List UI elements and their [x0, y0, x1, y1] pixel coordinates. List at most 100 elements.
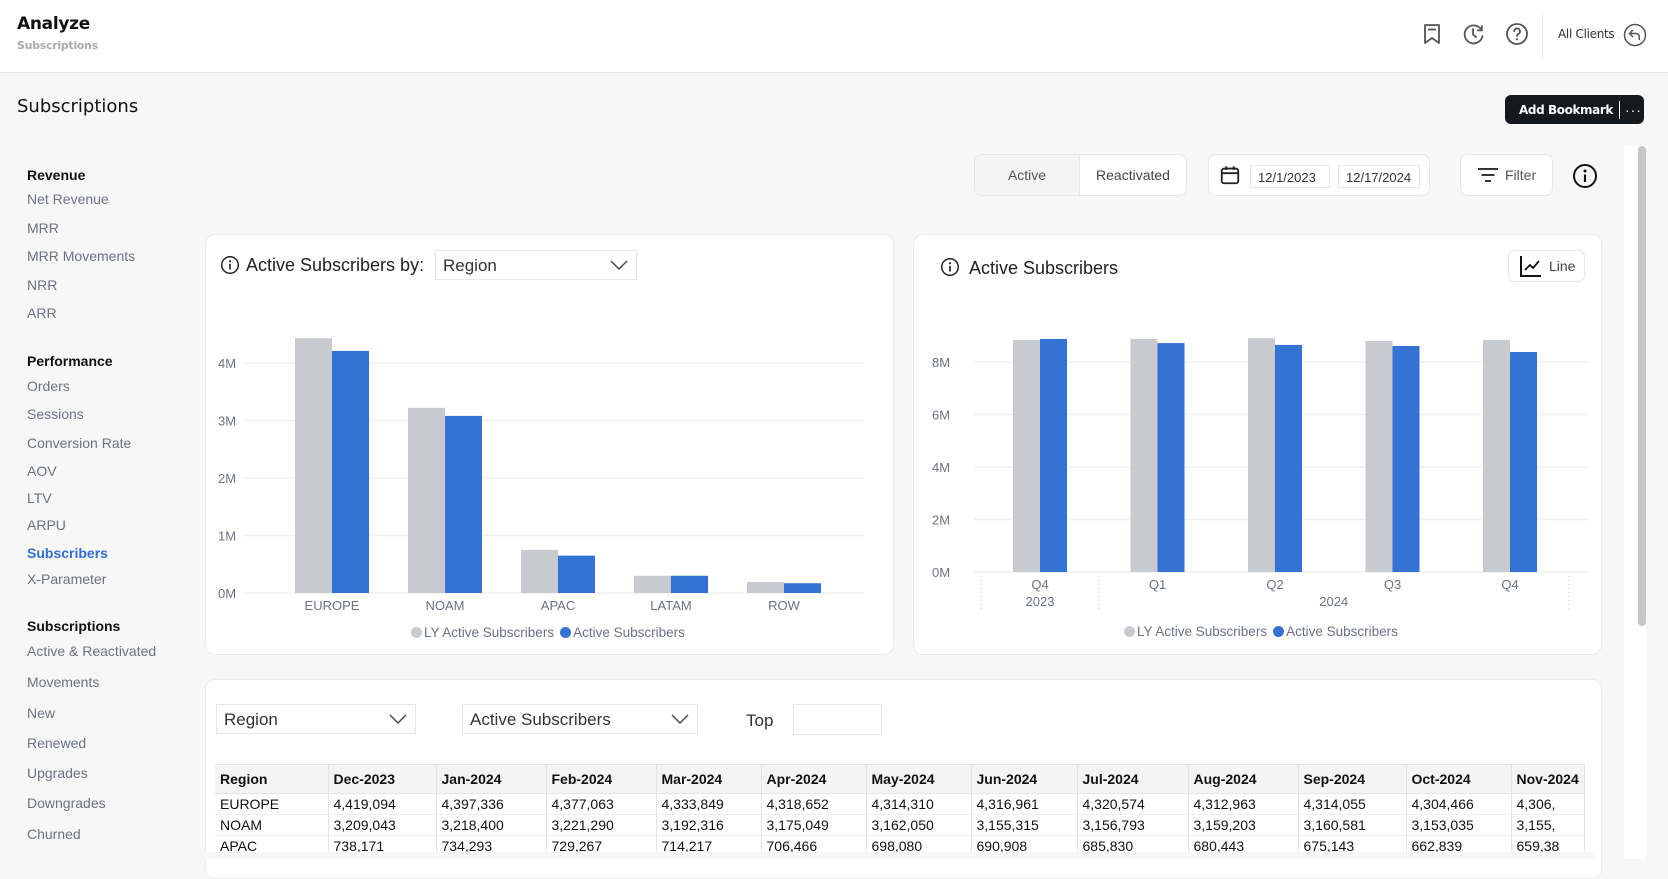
legend-dot-active	[1273, 626, 1285, 637]
bar-ly-q4[interactable]	[1483, 339, 1510, 572]
bar-active-latam[interactable]	[671, 575, 708, 593]
sidebar-item-mrr-movements[interactable]: MRR Movements	[27, 248, 135, 264]
sidebar-item-movements[interactable]: Movements	[27, 674, 99, 690]
bar-active-europe[interactable]	[332, 350, 369, 593]
legend-ly[interactable]: LY Active Subscribers	[411, 625, 554, 640]
bar-ly-noam[interactable]	[408, 407, 445, 593]
column-header[interactable]: Apr-2024	[760, 764, 867, 794]
scrollbar-thumb[interactable]	[1638, 146, 1646, 626]
bar-ly-apac[interactable]	[521, 549, 558, 593]
bar-ly-q3[interactable]	[1365, 341, 1393, 572]
table-metric-dropdown[interactable]: Active Subscribers	[462, 704, 698, 734]
x-tick-label: NOAM	[426, 598, 465, 613]
chart-title: Active Subscribers	[969, 258, 1119, 278]
segment-active[interactable]: Active	[975, 155, 1080, 195]
region-bar-chart: 0M 1M 2M 3M 4M EUROPE NOAM APAC LATAM ROW	[218, 338, 864, 613]
bar-active-q4[interactable]	[1510, 352, 1537, 572]
column-header[interactable]: Oct-2024	[1405, 764, 1512, 794]
top-n-input[interactable]	[793, 704, 882, 735]
sidebar-item-net-revenue[interactable]: Net Revenue	[27, 191, 109, 207]
info-icon[interactable]	[1572, 163, 1598, 189]
back-arrow-icon[interactable]	[1623, 23, 1647, 47]
start-date-input[interactable]: 12/1/2023	[1250, 165, 1330, 188]
bar-ly-q1[interactable]	[1130, 338, 1158, 572]
column-header[interactable]: Mar-2024	[655, 764, 762, 794]
segment-reactivated[interactable]: Reactivated	[1080, 155, 1186, 195]
info-icon[interactable]	[940, 257, 960, 277]
row-label-cell: NOAM	[215, 814, 329, 836]
sidebar-item-sessions[interactable]: Sessions	[27, 406, 84, 422]
bar-active-q4[interactable]	[1040, 338, 1067, 572]
sidebar-item-new[interactable]: New	[27, 705, 55, 721]
value-cell: 4,377,063	[546, 793, 657, 815]
sidebar-item-aov[interactable]: AOV	[27, 463, 57, 479]
sidebar-item-arr[interactable]: ARR	[27, 305, 57, 321]
column-header[interactable]: Dec-2023	[327, 764, 437, 794]
sidebar-item-mrr[interactable]: MRR	[27, 220, 59, 236]
bar-ly-q2[interactable]	[1248, 338, 1275, 572]
table-row[interactable]: NOAM 3,209,043 3,218,400 3,221,290 3,192,316…	[215, 814, 1585, 836]
sidebar-item-x-parameter[interactable]: X-Parameter	[27, 571, 106, 587]
chart-type-line-button[interactable]: Line	[1508, 250, 1585, 282]
history-icon[interactable]	[1462, 22, 1486, 46]
column-header[interactable]: Jul-2024	[1076, 764, 1189, 794]
sidebar-item-churned[interactable]: Churned	[27, 826, 81, 842]
end-date-input[interactable]: 12/17/2024	[1338, 165, 1420, 188]
y-tick-label: 1M	[218, 529, 236, 544]
bookmark-icon[interactable]	[1420, 22, 1444, 46]
sidebar-item-nrr[interactable]: NRR	[27, 277, 57, 293]
bar-ly-europe[interactable]	[295, 338, 332, 593]
more-options-icon[interactable]: ···	[1625, 102, 1642, 118]
bar-active-q3[interactable]	[1392, 345, 1420, 572]
legend-dot-ly	[411, 627, 422, 638]
bar-active-noam[interactable]	[445, 415, 482, 593]
sidebar-item-renewed[interactable]: Renewed	[27, 735, 86, 751]
sidebar-item-arpu[interactable]: ARPU	[27, 517, 66, 533]
column-header[interactable]: Aug-2024	[1187, 764, 1299, 794]
column-header[interactable]: Feb-2024	[545, 764, 657, 794]
legend-active[interactable]: Active Subscribers	[560, 625, 685, 640]
table-row[interactable]: EUROPE 4,419,094 4,397,336 4,377,063 4,333,8…	[215, 793, 1585, 815]
all-clients-link[interactable]: All Clients	[1558, 27, 1615, 41]
value-cell: 3,156,793	[1077, 814, 1189, 836]
sidebar-item-conversion-rate[interactable]: Conversion Rate	[27, 435, 131, 451]
filter-button[interactable]: Filter	[1460, 154, 1553, 196]
sidebar-item-ltv[interactable]: LTV	[27, 490, 52, 506]
sidebar-item-active-reactivated[interactable]: Active & Reactivated	[27, 643, 156, 659]
sidebar-item-upgrades[interactable]: Upgrades	[27, 765, 88, 781]
table-dimension-dropdown[interactable]: Region	[216, 704, 416, 734]
legend-ly[interactable]: LY Active Subscribers	[1124, 624, 1267, 639]
column-header[interactable]: Jun-2024	[970, 764, 1078, 794]
bar-active-q2[interactable]	[1275, 344, 1302, 572]
data-table-container: Region Dec-2023 Jan-2024 Feb-2024 Mar-2024 Ap…	[215, 764, 1590, 853]
bar-active-apac[interactable]	[558, 555, 595, 593]
add-bookmark-button[interactable]: Add Bookmark ···	[1505, 95, 1644, 124]
calendar-icon[interactable]	[1219, 164, 1241, 186]
dimension-dropdown[interactable]: Region	[435, 250, 637, 280]
chart-title: Active Subscribers by:	[246, 255, 425, 275]
column-header[interactable]: May-2024	[865, 764, 972, 794]
line-button-label: Line	[1549, 258, 1576, 274]
column-header[interactable]: Jan-2024	[435, 764, 547, 794]
info-icon[interactable]	[220, 255, 240, 275]
value-cell: 662,839	[1406, 835, 1512, 853]
status-segmented-control: Active Reactivated	[974, 154, 1187, 196]
sidebar-item-orders[interactable]: Orders	[27, 378, 70, 394]
table-row[interactable]: APAC 738,171 734,293 729,267 714,217 706,466 6…	[215, 835, 1585, 853]
column-header[interactable]: Region	[215, 764, 329, 794]
bar-active-q1[interactable]	[1157, 343, 1185, 572]
help-icon[interactable]	[1505, 22, 1529, 46]
header-divider	[1542, 12, 1543, 58]
bar-ly-row[interactable]	[747, 582, 784, 593]
bar-ly-q4[interactable]	[1013, 339, 1040, 572]
bar-active-row[interactable]	[784, 583, 821, 593]
column-header[interactable]: Nov-2024	[1510, 764, 1585, 794]
column-header[interactable]: Sep-2024	[1297, 764, 1407, 794]
sidebar-item-subscribers[interactable]: Subscribers	[27, 545, 108, 561]
x-tick-label: Q4	[1031, 577, 1048, 592]
bar-ly-latam[interactable]	[634, 575, 671, 593]
legend-active[interactable]: Active Subscribers	[1273, 624, 1398, 639]
sidebar-item-downgrades[interactable]: Downgrades	[27, 795, 106, 811]
y-tick-label: 0M	[932, 565, 950, 580]
x-tick-label: Q3	[1384, 577, 1401, 592]
